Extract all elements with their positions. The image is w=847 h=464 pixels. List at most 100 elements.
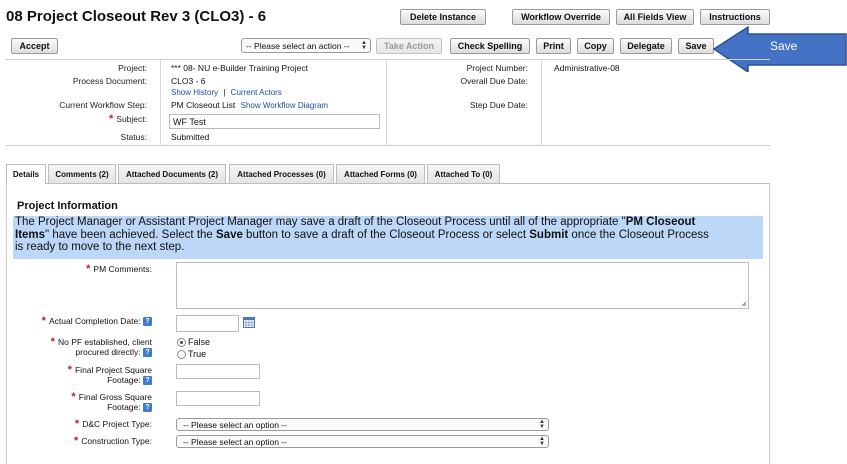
instructions-button[interactable]: Instructions bbox=[700, 9, 770, 25]
tab-attached-processes[interactable]: Attached Processes (0) bbox=[229, 164, 334, 183]
required-asterisk-icon: * bbox=[50, 336, 58, 348]
construction-type-value: -- Please select an option -- bbox=[183, 436, 287, 447]
save-button[interactable]: Save bbox=[678, 38, 714, 54]
radio-false[interactable] bbox=[177, 338, 186, 347]
project-value: *** 08- NU e-Builder Training Project bbox=[171, 63, 309, 73]
tab-attached-documents[interactable]: Attached Documents (2) bbox=[118, 164, 226, 183]
dc-project-type-value: -- Please select an option -- bbox=[183, 419, 287, 430]
final-project-sq-label-row: * Final Project Square Footage: ? bbox=[0, 364, 152, 386]
tab-attached-forms[interactable]: Attached Forms (0) bbox=[336, 164, 425, 183]
pm-comments-label: PM Comments: bbox=[93, 264, 152, 274]
final-gross-sq-label-line1: Final Gross Square bbox=[78, 392, 152, 402]
workflow-step-row: PM Closeout List Show Workflow Diagram bbox=[171, 100, 328, 110]
updown-arrow-icon: ▲ ▼ bbox=[539, 419, 545, 430]
final-project-sq-input[interactable] bbox=[176, 364, 260, 379]
radio-true[interactable] bbox=[177, 350, 186, 359]
required-asterisk-icon: * bbox=[41, 315, 49, 327]
banner-text: " have been achieved. Select the bbox=[45, 228, 216, 241]
actual-completion-label-row: * Actual Completion Date: ? bbox=[0, 315, 152, 327]
copy-button[interactable]: Copy bbox=[577, 38, 614, 54]
required-asterisk-icon: * bbox=[67, 364, 75, 376]
banner-bold: Items bbox=[15, 228, 46, 241]
callout-label: Save bbox=[770, 39, 798, 53]
dc-project-type-label: D&C Project Type: bbox=[82, 419, 152, 429]
action-select-value: -- Please select an action -- bbox=[246, 40, 350, 51]
banner-line-1: The Project Manager or Assistant Project… bbox=[15, 216, 763, 229]
no-pf-label-row: * No PF established, client procured dir… bbox=[0, 336, 152, 358]
project-label: Project: bbox=[118, 63, 147, 73]
status-label: Status: bbox=[120, 132, 147, 142]
final-gross-sq-label-row: * Final Gross Square Footage: ? bbox=[0, 391, 152, 413]
banner-line-3: is ready to move to the next step. bbox=[15, 241, 185, 253]
header-divider bbox=[541, 60, 542, 146]
updown-arrow-icon: ▲ ▼ bbox=[539, 436, 545, 447]
project-number-label: Project Number: bbox=[466, 63, 528, 73]
dc-project-type-label-row: * D&C Project Type: bbox=[0, 419, 152, 430]
radio-false-label: False bbox=[188, 337, 211, 347]
process-document-label: Process Document: bbox=[72, 76, 147, 86]
overall-due-date-label: Overall Due Date: bbox=[460, 76, 528, 86]
help-icon[interactable]: ? bbox=[143, 348, 152, 358]
calendar-icon[interactable] bbox=[243, 317, 255, 328]
required-asterisk-icon: * bbox=[71, 391, 79, 403]
history-links: Show History | Current Actors bbox=[171, 88, 282, 97]
banner-bold: Submit bbox=[529, 228, 569, 241]
project-number-value: Administrative-08 bbox=[554, 63, 620, 73]
updown-arrow-icon: ▲ ▼ bbox=[361, 40, 367, 51]
dc-project-type-select[interactable]: -- Please select an option -- ▲ ▼ bbox=[176, 418, 549, 431]
banner-text: once the Closeout Process bbox=[568, 228, 709, 241]
resize-handle-icon[interactable] bbox=[741, 301, 747, 307]
subject-input[interactable]: WF Test bbox=[169, 114, 380, 129]
print-button[interactable]: Print bbox=[536, 38, 571, 54]
no-pf-label-line2: procured directly: bbox=[75, 347, 141, 357]
construction-type-label: Construction Type: bbox=[81, 436, 152, 446]
banner-text: button to save a draft of the Closeout P… bbox=[242, 228, 530, 241]
construction-type-select[interactable]: -- Please select an option -- ▲ ▼ bbox=[176, 435, 549, 448]
help-icon[interactable]: ? bbox=[143, 376, 152, 386]
workflow-step-value: PM Closeout List bbox=[171, 100, 236, 110]
header-divider bbox=[386, 60, 387, 146]
workflow-step-label: Current Workflow Step: bbox=[59, 100, 147, 110]
help-icon[interactable]: ? bbox=[143, 403, 152, 413]
final-gross-sq-input[interactable] bbox=[176, 391, 260, 406]
header-divider bbox=[160, 60, 161, 146]
pm-comments-textarea[interactable] bbox=[176, 262, 749, 309]
current-actors-link[interactable]: Current Actors bbox=[231, 88, 282, 97]
subject-label: Subject: bbox=[116, 114, 147, 124]
banner-line-2: Items" have been achieved. Select the Sa… bbox=[15, 229, 763, 242]
pm-comments-label-row: * PM Comments: bbox=[0, 264, 152, 275]
page-title: 08 Project Closeout Rev 3 (CLO3) - 6 bbox=[6, 8, 267, 25]
section-title: Project Information bbox=[17, 200, 118, 212]
no-pf-label-line1: No PF established, client bbox=[57, 337, 152, 347]
take-action-button[interactable]: Take Action bbox=[376, 38, 442, 54]
tab-attached-to[interactable]: Attached To (0) bbox=[427, 164, 500, 183]
check-spelling-button[interactable]: Check Spelling bbox=[450, 38, 530, 54]
status-value: Submitted bbox=[171, 132, 210, 142]
final-project-sq-label-line2: Footage: bbox=[107, 375, 141, 385]
tab-comments[interactable]: Comments (2) bbox=[48, 164, 116, 183]
action-select[interactable]: -- Please select an action -- ▲ ▼ bbox=[241, 38, 371, 53]
workflow-override-button[interactable]: Workflow Override bbox=[512, 9, 610, 25]
banner-text: The Project Manager or Assistant Project… bbox=[15, 216, 626, 228]
final-project-sq-label-line1: Final Project Square bbox=[74, 365, 152, 375]
banner-bold: Save bbox=[216, 228, 243, 241]
radio-true-label: True bbox=[188, 349, 207, 359]
final-gross-sq-label-line2: Footage: bbox=[107, 402, 141, 412]
all-fields-view-button[interactable]: All Fields View bbox=[616, 9, 694, 25]
step-due-date-label: Step Due Date: bbox=[469, 100, 528, 110]
process-document-value: CLO3 - 6 bbox=[171, 76, 206, 86]
link-separator: | bbox=[223, 88, 226, 97]
show-workflow-diagram-link[interactable]: Show Workflow Diagram bbox=[241, 101, 328, 110]
delegate-button[interactable]: Delegate bbox=[620, 38, 672, 54]
accept-button[interactable]: Accept bbox=[11, 38, 58, 54]
subject-label-row: * Subject: bbox=[109, 113, 147, 125]
actual-completion-label: Actual Completion Date: bbox=[48, 316, 141, 326]
actual-completion-date-input[interactable] bbox=[176, 315, 239, 332]
show-history-link[interactable]: Show History bbox=[171, 88, 218, 97]
banner-bold: PM Closeout bbox=[625, 216, 696, 228]
construction-type-label-row: * Construction Type: bbox=[0, 436, 152, 447]
instructions-banner: The Project Manager or Assistant Project… bbox=[13, 216, 763, 259]
help-icon[interactable]: ? bbox=[143, 317, 152, 327]
tab-details[interactable]: Details bbox=[6, 164, 46, 184]
delete-instance-button[interactable]: Delete Instance bbox=[400, 9, 486, 25]
